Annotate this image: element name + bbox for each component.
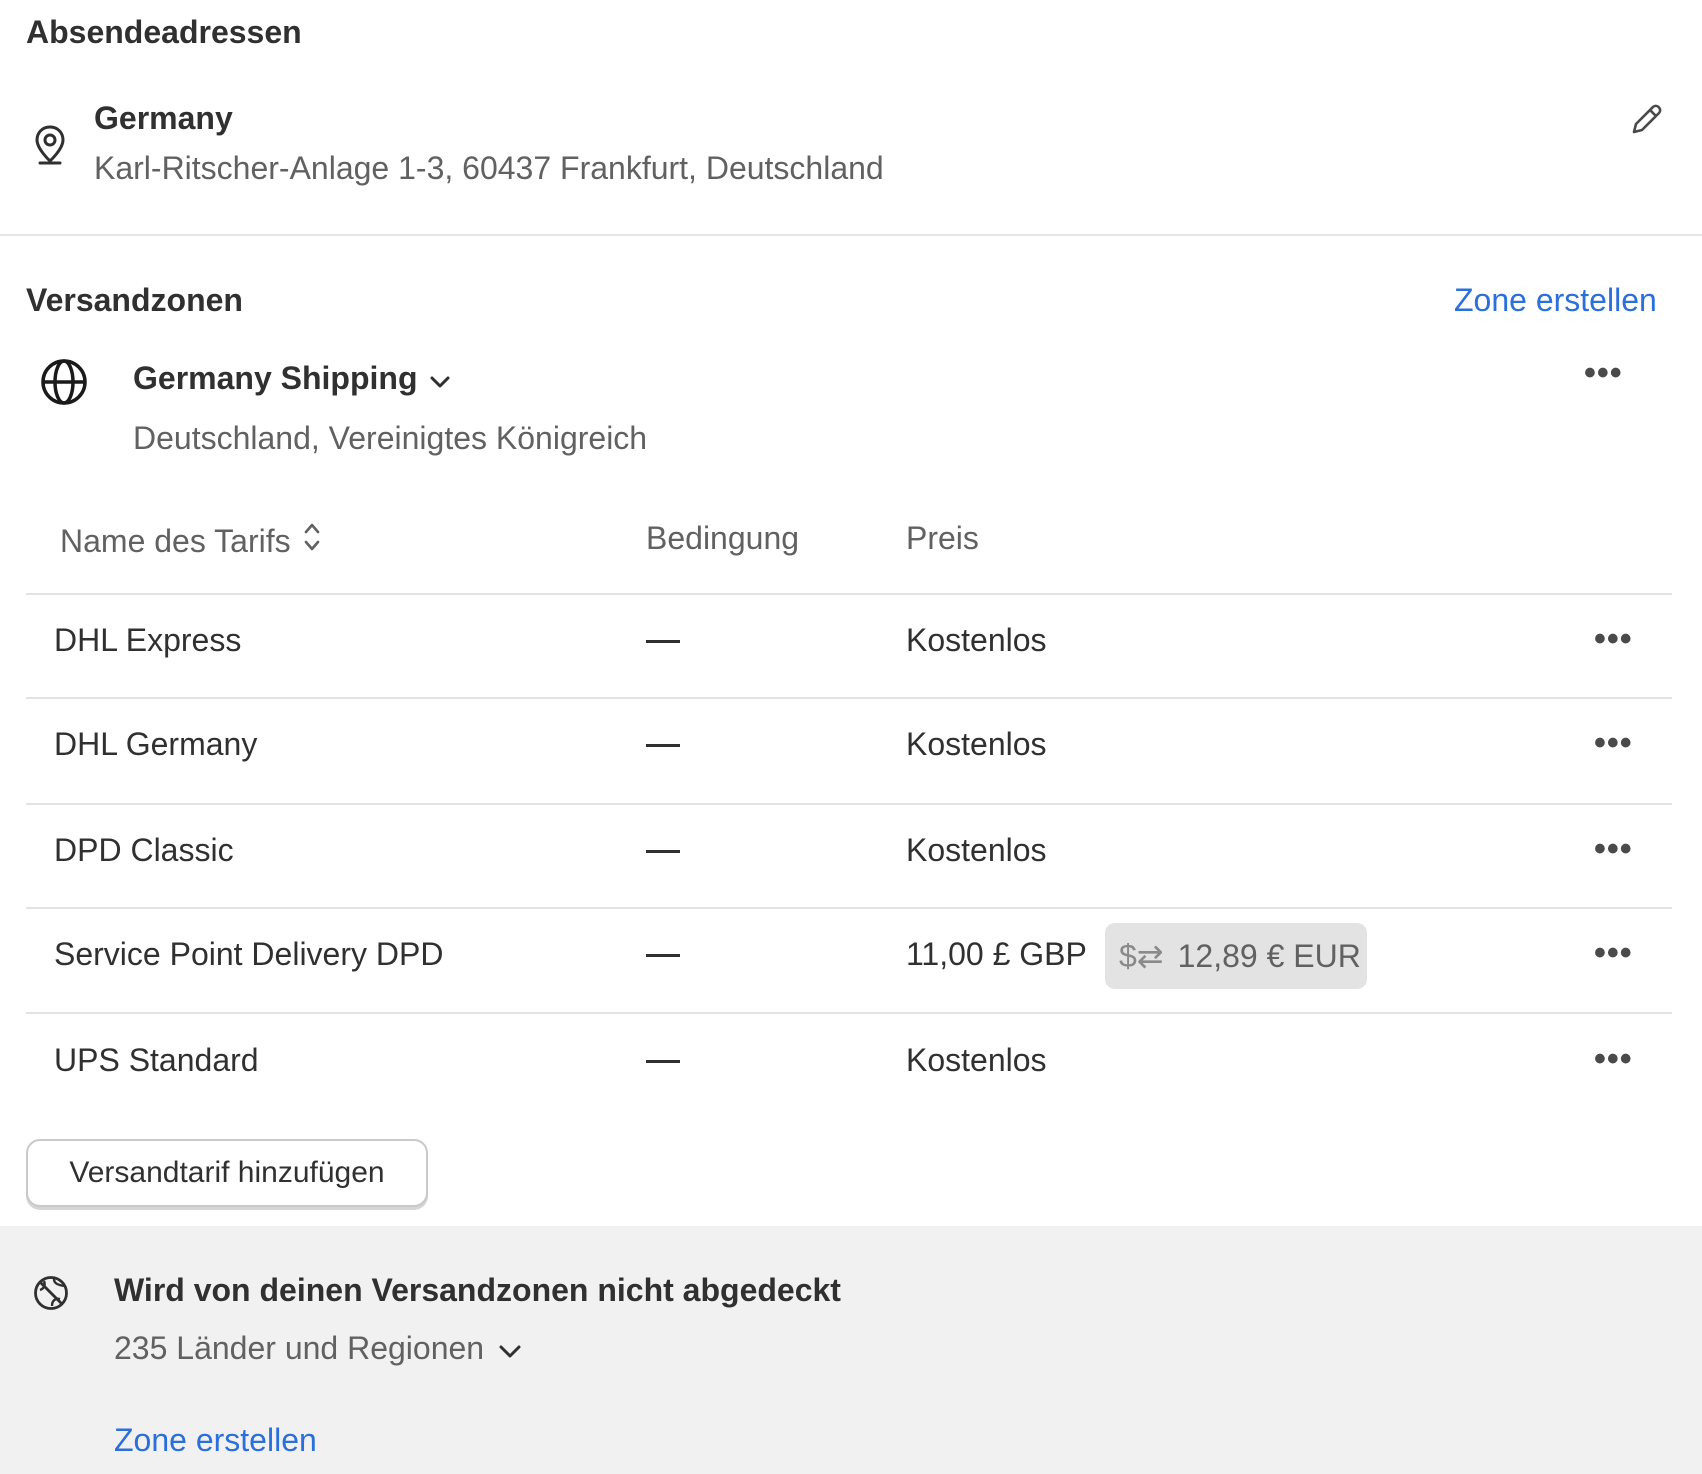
rate-name: UPS Standard	[54, 1042, 259, 1078]
globe-off-icon	[32, 1274, 70, 1312]
table-divider	[26, 697, 1672, 699]
uncovered-countries-dropdown[interactable]: 235 Länder und Regionen	[114, 1330, 522, 1367]
zone-name-label: Germany Shipping	[133, 360, 418, 396]
zone-name-dropdown[interactable]: Germany Shipping	[133, 360, 451, 397]
rate-more-actions-icon[interactable]: •••	[1594, 936, 1633, 970]
currency-conversion-badge: $⇄ 12,89 € EUR	[1105, 923, 1367, 989]
table-divider	[26, 1012, 1672, 1014]
rate-price: Kostenlos	[906, 622, 1047, 658]
zone-more-actions-icon[interactable]: •••	[1584, 356, 1623, 390]
origin-address-name: Germany	[94, 100, 233, 136]
column-header-price: Preis	[906, 520, 979, 556]
column-header-name-label: Name des Tarifs	[60, 522, 291, 559]
create-zone-link-uncovered[interactable]: Zone erstellen	[114, 1422, 317, 1459]
zones-title: Versandzonen	[26, 282, 243, 318]
rate-price: Kostenlos	[906, 726, 1047, 762]
section-divider	[0, 234, 1702, 236]
rate-name: DHL Germany	[54, 726, 258, 762]
create-zone-link[interactable]: Zone erstellen	[1454, 282, 1657, 319]
rate-name: DHL Express	[54, 622, 242, 658]
rate-price: Kostenlos	[906, 1042, 1047, 1078]
table-divider	[26, 803, 1672, 805]
rate-more-actions-icon[interactable]: •••	[1594, 832, 1633, 866]
rate-more-actions-icon[interactable]: •••	[1594, 726, 1633, 760]
column-header-condition: Bedingung	[646, 520, 800, 556]
chevron-down-icon	[498, 1330, 522, 1367]
condition-empty-dash	[646, 1060, 680, 1063]
column-header-name[interactable]: Name des Tarifs	[60, 520, 323, 562]
sort-icon	[301, 520, 323, 562]
rate-more-actions-icon[interactable]: •••	[1594, 1042, 1633, 1076]
rate-name: DPD Classic	[54, 832, 234, 868]
origin-address-line: Karl-Ritscher-Anlage 1-3, 60437 Frankfur…	[94, 150, 884, 186]
rate-price: 11,00 £ GBP	[906, 936, 1087, 972]
rate-more-actions-icon[interactable]: •••	[1594, 622, 1633, 656]
condition-empty-dash	[646, 640, 680, 643]
chevron-down-icon	[429, 360, 451, 397]
add-shipping-rate-button[interactable]: Versandtarif hinzufügen	[26, 1139, 428, 1207]
zone-countries: Deutschland, Vereinigtes Königreich	[133, 420, 648, 456]
origins-title: Absendeadressen	[26, 14, 302, 50]
condition-empty-dash	[646, 744, 680, 747]
location-pin-icon	[32, 124, 68, 166]
condition-empty-dash	[646, 850, 680, 853]
uncovered-title: Wird von deinen Versandzonen nicht abged…	[114, 1272, 841, 1308]
table-divider	[26, 907, 1672, 909]
rate-name: Service Point Delivery DPD	[54, 936, 444, 972]
currency-exchange-icon: $⇄	[1119, 938, 1164, 974]
converted-price: 12,89 € EUR	[1177, 937, 1361, 974]
globe-icon	[40, 358, 88, 406]
table-divider	[26, 593, 1672, 595]
edit-pencil-icon[interactable]	[1628, 102, 1664, 138]
condition-empty-dash	[646, 954, 680, 957]
uncovered-count-label: 235 Länder und Regionen	[114, 1330, 485, 1366]
rate-price: Kostenlos	[906, 832, 1047, 868]
